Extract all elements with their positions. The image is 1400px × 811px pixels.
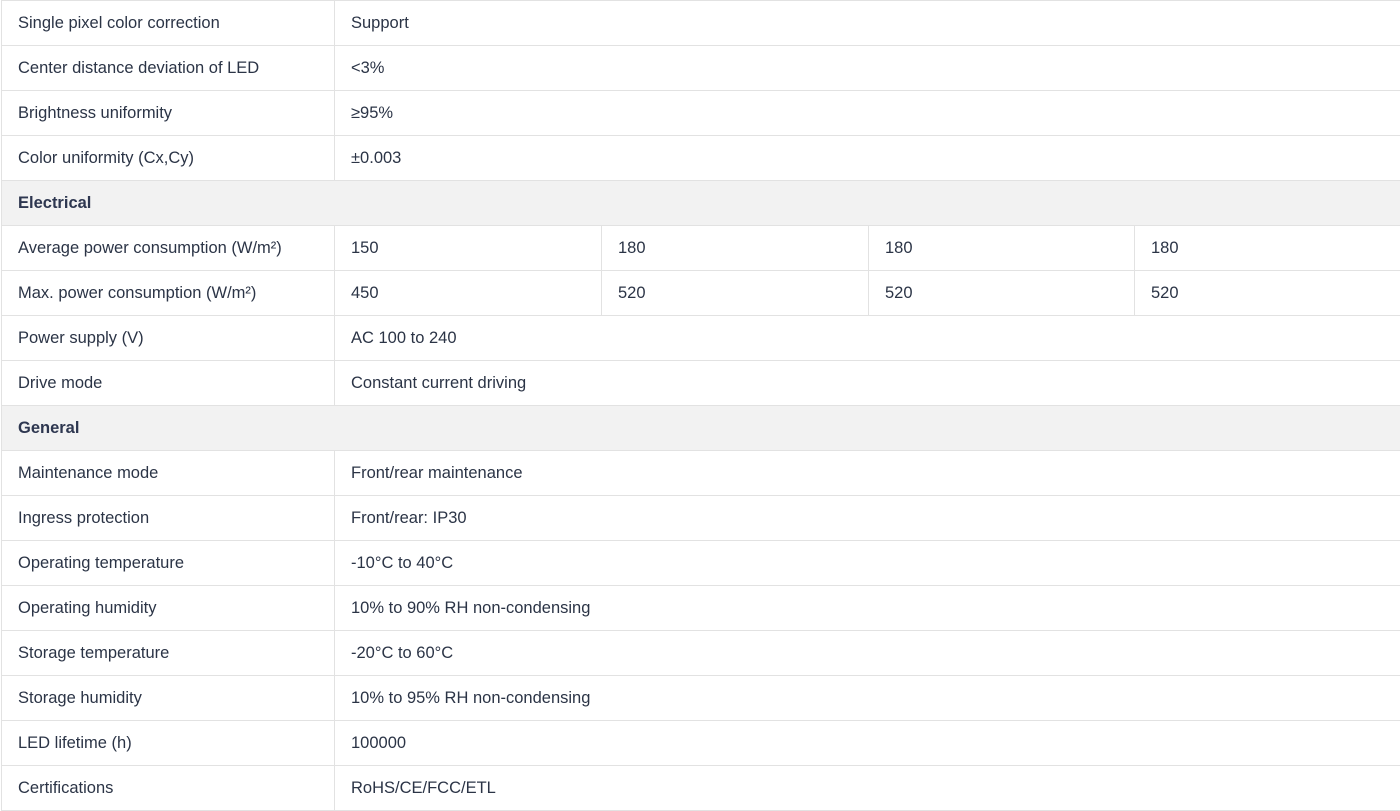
table-row: Average power consumption (W/m²) 150 180 18… (1, 225, 1400, 271)
spec-value: 150 (334, 225, 602, 271)
section-title: Electrical (0, 180, 1400, 226)
table-row: Max. power consumption (W/m²) 450 520 520 52… (1, 270, 1400, 316)
spec-value: 180 (868, 225, 1135, 271)
spec-label: Color uniformity (Cx,Cy) (1, 135, 335, 181)
spec-value: 10% to 95% RH non-condensing (333, 675, 1400, 721)
spec-value: 520 (601, 270, 869, 316)
spec-value: -20°C to 60°C (333, 630, 1400, 676)
spec-value: ≥95% (333, 90, 1400, 136)
spec-label: LED lifetime (h) (1, 720, 335, 766)
spec-label: Storage temperature (1, 630, 335, 676)
spec-value: 100000 (333, 720, 1400, 766)
table-row: Color uniformity (Cx,Cy) ±0.003 (1, 135, 1400, 181)
specifications-table-body: Single pixel color correction Support Cent… (0, 0, 1400, 811)
spec-value: 520 (1133, 270, 1400, 316)
spec-label: Operating temperature (1, 540, 335, 586)
spec-value: Front/rear: IP30 (333, 495, 1400, 541)
spec-label: Maintenance mode (1, 450, 335, 496)
table-row: Certifications RoHS/CE/FCC/ETL (1, 765, 1400, 811)
spec-value: 180 (1133, 225, 1400, 271)
spec-label: Power supply (V) (1, 315, 335, 361)
table-row: Maintenance mode Front/rear maintenance (1, 450, 1400, 496)
table-row: Operating temperature -10°C to 40°C (1, 540, 1400, 586)
spec-value: RoHS/CE/FCC/ETL (333, 765, 1400, 811)
spec-value: -10°C to 40°C (333, 540, 1400, 586)
spec-label: Certifications (1, 765, 335, 811)
spec-value: 450 (334, 270, 602, 316)
table-row: Storage temperature -20°C to 60°C (1, 630, 1400, 676)
table-row: Storage humidity 10% to 95% RH non-conden… (1, 675, 1400, 721)
section-header-row: Electrical (0, 180, 1400, 226)
table-row: Power supply (V) AC 100 to 240 (1, 315, 1400, 361)
spec-label: Brightness uniformity (1, 90, 335, 136)
spec-value: 180 (601, 225, 869, 271)
spec-value: 520 (868, 270, 1135, 316)
spec-label: Center distance deviation of LED (1, 45, 335, 91)
table-row: Center distance deviation of LED <3% (1, 45, 1400, 91)
spec-value: Support (333, 0, 1400, 46)
section-title: General (0, 405, 1400, 451)
spec-label: Ingress protection (1, 495, 335, 541)
spec-label: Drive mode (1, 360, 335, 406)
spec-label: Single pixel color correction (1, 0, 335, 46)
spec-value: ±0.003 (333, 135, 1400, 181)
spec-label: Average power consumption (W/m²) (1, 225, 335, 271)
table-row: Operating humidity 10% to 90% RH non-cond… (1, 585, 1400, 631)
section-header-row: General (0, 405, 1400, 451)
spec-value: 10% to 90% RH non-condensing (333, 585, 1400, 631)
spec-value: AC 100 to 240 (333, 315, 1400, 361)
table-row: Brightness uniformity ≥95% (1, 90, 1400, 136)
spec-label: Storage humidity (1, 675, 335, 721)
table-row: Ingress protection Front/rear: IP30 (1, 495, 1400, 541)
spec-label: Operating humidity (1, 585, 335, 631)
table-row: LED lifetime (h) 100000 (1, 720, 1400, 766)
spec-label: Max. power consumption (W/m²) (1, 270, 335, 316)
table-row: Drive mode Constant current driving (1, 360, 1400, 406)
spec-value: <3% (333, 45, 1400, 91)
spec-value: Front/rear maintenance (333, 450, 1400, 496)
table-row: Single pixel color correction Support (1, 0, 1400, 46)
specifications-table: Single pixel color correction Support Cent… (0, 0, 1400, 811)
spec-value: Constant current driving (333, 360, 1400, 406)
